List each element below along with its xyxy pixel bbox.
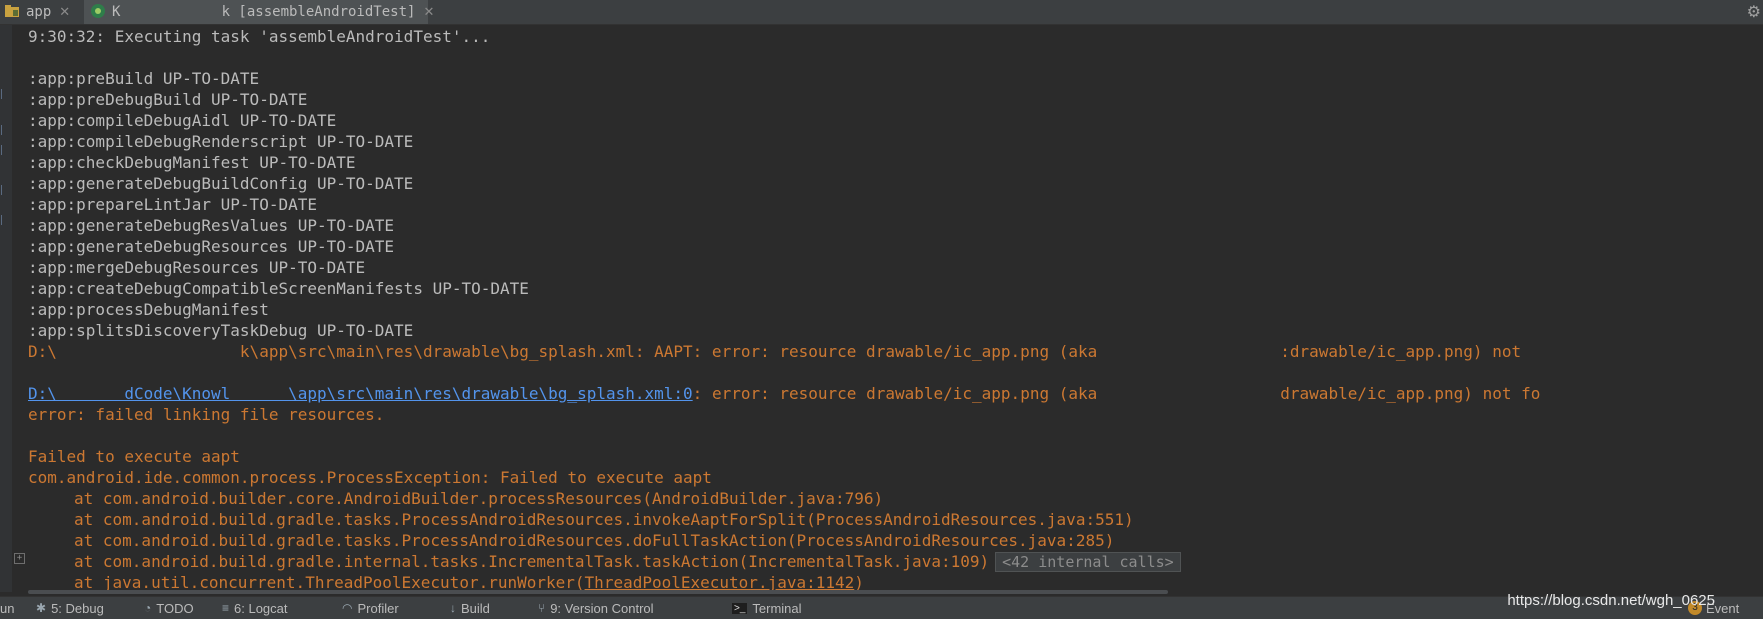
console-line: :app:generateDebugResValues UP-TO-DATE (28, 216, 395, 235)
tool-debug[interactable]: ✱ 5: Debug (36, 597, 104, 619)
profiler-icon: ◠ (342, 601, 353, 615)
watermark-text: https://blog.csdn.net/wgh_0625 (1507, 592, 1715, 609)
tool-terminal[interactable]: >_ Terminal (732, 597, 802, 619)
tab-app[interactable]: app ✕ (0, 0, 74, 24)
stack-trace-line-folded: at com.android.build.gradle.internal.tas… (28, 551, 1763, 572)
tool-build-label: Build (461, 600, 490, 616)
tool-build[interactable]: ↓ Build (450, 597, 490, 619)
gutter-marker (1, 125, 8, 135)
aapt-error-line: D:\ k\app\src\main\res\drawable\bg_splas… (28, 342, 1522, 361)
stack-trace-line: at com.android.build.gradle.tasks.Proces… (74, 510, 1134, 529)
stack-trace-line: at com.android.builder.core.AndroidBuild… (74, 489, 884, 508)
gutter-marker (1, 185, 8, 195)
vcs-icon: ⑂ (538, 601, 546, 615)
folder-icon (4, 4, 20, 21)
tool-logcat-label: 6: Logcat (234, 600, 288, 616)
console-line: 9:30:32: Executing task 'assembleAndroid… (28, 27, 491, 46)
failed-execute-line: Failed to execute aapt (28, 447, 240, 466)
tab-app-label: app (26, 4, 52, 20)
tab-assemble-label: K k [assembleAndroidTest] (112, 4, 416, 20)
tool-window-bar: un ✱ 5: Debug ◔ TODO ≡ 6: Logcat ◠ Profi… (0, 596, 1763, 619)
gear-icon[interactable]: ⚙ (1747, 2, 1761, 22)
console-line: :app:preBuild UP-TO-DATE (28, 69, 260, 88)
console-line: :app:processDebugManifest (28, 300, 269, 319)
gutter-marker (1, 215, 8, 225)
tool-profiler[interactable]: ◠ Profiler (342, 597, 399, 619)
editor-tab-bar: app ✕ K k [assembleAndroidTest] ✕ ⚙ (0, 0, 1763, 25)
tool-todo[interactable]: ◔ TODO (144, 597, 194, 619)
tab-assemble-android-test[interactable]: K k [assembleAndroidTest] ✕ (84, 0, 434, 24)
error-line-rest: : error: resource drawable/ic_app.png (a… (692, 384, 1541, 403)
stack-trace-line: at com.android.build.gradle.tasks.Proces… (74, 531, 1115, 550)
tool-profiler-label: Profiler (357, 600, 399, 616)
horizontal-scrollbar[interactable] (28, 590, 1168, 594)
console-line: :app:splitsDiscoveryTaskDebug UP-TO-DATE (28, 321, 414, 340)
gutter-marker (1, 89, 8, 99)
aapt-error-line-linked: D:\ dCode\Knowl \app\src\main\res\drawab… (28, 383, 1763, 404)
gradle-run-icon (90, 3, 106, 22)
bug-icon: ✱ (36, 601, 47, 615)
exception-line: com.android.ide.common.process.ProcessEx… (28, 468, 712, 487)
expand-internal-calls-icon[interactable]: + (14, 553, 25, 564)
tool-todo-label: TODO (156, 600, 194, 616)
error-file-link[interactable]: D:\ dCode\Knowl \app\src\main\res\drawab… (28, 384, 693, 403)
todo-icon: ◔ (144, 601, 152, 615)
build-icon: ↓ (450, 601, 456, 615)
tool-version-control[interactable]: ⑂ 9: Version Control (538, 597, 654, 619)
console-line: :app:mergeDebugResources UP-TO-DATE (28, 258, 366, 277)
linking-error-line: error: failed linking file resources. (28, 405, 385, 424)
tool-run[interactable]: un (0, 597, 14, 619)
gutter-marker (1, 145, 8, 155)
stack-trace-line: at java.util.concurrent.ThreadPoolExecut… (28, 572, 1763, 592)
logcat-icon: ≡ (222, 601, 230, 615)
terminal-icon: >_ (732, 602, 748, 614)
console-line: :app:compileDebugAidl UP-TO-DATE (28, 111, 337, 130)
tool-logcat[interactable]: ≡ 6: Logcat (222, 597, 288, 619)
console-line: :app:createDebugCompatibleScreenManifest… (28, 279, 529, 298)
close-icon[interactable]: ✕ (59, 4, 70, 20)
internal-calls-fold[interactable]: <42 internal calls> (995, 552, 1181, 572)
console-line: :app:prepareLintJar UP-TO-DATE (28, 195, 317, 214)
console-line: :app:preDebugBuild UP-TO-DATE (28, 90, 308, 109)
stack-trace-text: at com.android.build.gradle.internal.tas… (74, 552, 990, 571)
tool-terminal-label: Terminal (752, 600, 802, 616)
console-line: :app:generateDebugBuildConfig UP-TO-DATE (28, 174, 414, 193)
build-console-output[interactable]: 9:30:32: Executing task 'assembleAndroid… (28, 26, 1763, 592)
tool-debug-label: 5: Debug (51, 600, 104, 616)
tool-run-label: un (0, 600, 15, 616)
console-line: :app:generateDebugResources UP-TO-DATE (28, 237, 395, 256)
close-icon[interactable]: ✕ (423, 4, 434, 20)
console-line: :app:checkDebugManifest UP-TO-DATE (28, 153, 356, 172)
console-line: :app:compileDebugRenderscript UP-TO-DATE (28, 132, 414, 151)
tool-vcs-label: 9: Version Control (550, 600, 654, 616)
console-gutter (0, 25, 12, 592)
